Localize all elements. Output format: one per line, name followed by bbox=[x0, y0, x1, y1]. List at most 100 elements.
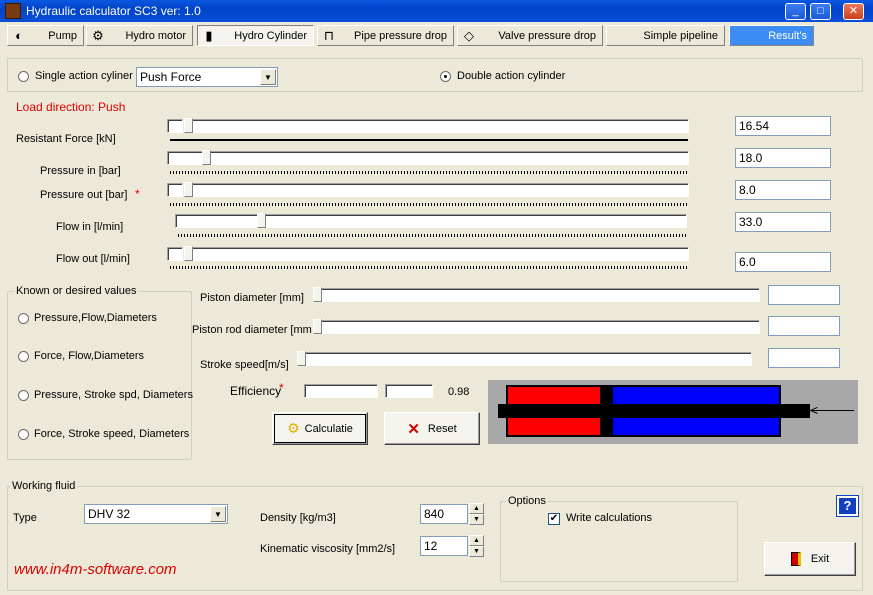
resistant-force-thumb[interactable] bbox=[184, 118, 193, 133]
force-direction-value: Push Force bbox=[140, 70, 202, 84]
resistant-force-small-box[interactable] bbox=[167, 119, 183, 133]
close-button[interactable]: ✕ bbox=[843, 3, 864, 20]
tab-valve-pressure-drop[interactable]: ◇ Valve pressure drop bbox=[457, 25, 603, 46]
known-option-2-radio[interactable] bbox=[18, 351, 29, 362]
known-option-1-radio[interactable] bbox=[18, 313, 29, 324]
flow-out-thumb[interactable] bbox=[184, 246, 193, 261]
maximize-button[interactable]: □ bbox=[810, 3, 831, 20]
stroke-speed-label: Stroke speed[m/s] bbox=[200, 359, 289, 371]
piston-diameter-label: Piston diameter [mm] bbox=[200, 292, 304, 304]
chamber-blue-top bbox=[613, 387, 779, 404]
tab-hydro-cylinder[interactable]: ▮ Hydro Cylinder bbox=[197, 25, 314, 46]
tab-results[interactable]: Result's bbox=[729, 25, 814, 46]
pressure-in-thumb[interactable] bbox=[202, 150, 211, 165]
pressure-in-slider[interactable] bbox=[208, 151, 689, 165]
flow-out-field[interactable]: 6.0 bbox=[735, 252, 831, 272]
pressure-out-thumb[interactable] bbox=[184, 182, 193, 197]
fluid-type-label: Type bbox=[13, 512, 37, 524]
force-direction-select[interactable]: Push Force ▼ bbox=[136, 67, 278, 87]
minimize-button[interactable]: _ bbox=[785, 3, 806, 20]
known-values-title: Known or desired values bbox=[14, 285, 139, 297]
pressure-out-slider[interactable] bbox=[187, 183, 689, 197]
chevron-down-icon[interactable]: ▼ bbox=[210, 506, 226, 522]
spin-up-icon[interactable]: ▲ bbox=[469, 503, 484, 514]
rod-diameter-label: Piston rod diameter [mm bbox=[192, 324, 312, 336]
tab-simple-pipeline[interactable]: Simple pipeline bbox=[606, 25, 725, 46]
resistant-force-field[interactable]: 16.54 bbox=[735, 116, 831, 136]
pressure-in-small-box[interactable] bbox=[167, 151, 203, 165]
known-option-4-label: Force, Stroke speed, Diameters bbox=[34, 428, 190, 440]
fluid-type-value: DHV 32 bbox=[88, 507, 131, 521]
stroke-speed-field[interactable] bbox=[768, 348, 840, 368]
tab-pump[interactable]: ◐ Pump bbox=[7, 25, 84, 46]
valve-icon: ◇ bbox=[464, 27, 474, 43]
known-option-3-radio[interactable] bbox=[18, 390, 29, 401]
piston-diameter-slider[interactable] bbox=[316, 288, 760, 302]
chamber-red-bottom bbox=[508, 418, 600, 435]
app-icon bbox=[5, 3, 21, 19]
x-icon: ✕ bbox=[407, 420, 420, 438]
write-calculations-checkbox[interactable]: ✔ bbox=[548, 513, 560, 525]
tab-valve-pressure-drop-label: Valve pressure drop bbox=[498, 29, 596, 42]
tab-hydro-motor-label: Hydro motor bbox=[125, 29, 186, 42]
door-icon bbox=[790, 552, 801, 566]
pressure-out-ticks bbox=[170, 203, 688, 206]
efficiency-box-2[interactable] bbox=[385, 384, 433, 398]
resistant-force-slider[interactable] bbox=[187, 119, 689, 133]
tab-pipe-pressure-drop-label: Pipe pressure drop bbox=[354, 29, 447, 42]
spin-down-icon[interactable]: ▼ bbox=[469, 514, 484, 525]
piston-diameter-field[interactable] bbox=[768, 285, 840, 305]
rod-diameter-field[interactable] bbox=[768, 316, 840, 336]
window-title: Hydraulic calculator SC3 ver: 1.0 bbox=[26, 4, 201, 18]
gear-icon: ⚙ bbox=[287, 420, 300, 436]
known-option-4-radio[interactable] bbox=[18, 429, 29, 440]
fluid-type-select[interactable]: DHV 32 ▼ bbox=[84, 504, 228, 524]
pressure-out-label: Pressure out [bar] bbox=[40, 189, 128, 201]
help-icon[interactable]: ? bbox=[836, 495, 859, 517]
cylinder-diagram: < bbox=[488, 380, 858, 444]
flow-in-field[interactable]: 33.0 bbox=[735, 212, 831, 232]
single-action-label: Single action cyliner bbox=[35, 70, 133, 82]
efficiency-box-1[interactable] bbox=[304, 384, 378, 398]
flow-in-ticks bbox=[178, 234, 686, 237]
piston-diameter-thumb[interactable] bbox=[313, 287, 322, 302]
viscosity-label: Kinematic viscosity [mm2/s] bbox=[260, 543, 396, 555]
exit-button[interactable]: Exit bbox=[764, 542, 856, 576]
pressure-out-field[interactable]: 8.0 bbox=[735, 180, 831, 200]
rod-diameter-slider[interactable] bbox=[316, 320, 760, 334]
pump-icon: ◐ bbox=[15, 28, 23, 43]
known-option-3-label: Pressure, Stroke spd, Diameters bbox=[34, 389, 193, 401]
tab-hydro-motor[interactable]: ⚙ Hydro motor bbox=[86, 25, 193, 46]
single-action-radio[interactable] bbox=[18, 71, 29, 82]
rod-diameter-thumb[interactable] bbox=[313, 319, 322, 334]
calculate-label: Calculatie bbox=[304, 422, 353, 435]
working-fluid-title: Working fluid bbox=[10, 480, 78, 492]
website-link[interactable]: www.in4m-software.com bbox=[14, 561, 177, 578]
pressure-in-ticks bbox=[170, 171, 688, 174]
pressure-out-small-box[interactable] bbox=[167, 183, 183, 197]
flow-in-slider[interactable] bbox=[175, 214, 687, 228]
cylinder-icon: ▮ bbox=[205, 27, 213, 43]
efficiency-star: * bbox=[279, 381, 284, 395]
flow-in-thumb[interactable] bbox=[257, 213, 266, 228]
viscosity-field[interactable]: 12 bbox=[420, 536, 468, 556]
chevron-down-icon[interactable]: ▼ bbox=[260, 69, 276, 85]
stroke-speed-slider[interactable] bbox=[300, 352, 752, 366]
flow-out-slider[interactable] bbox=[187, 247, 689, 261]
density-spinner[interactable]: ▲ ▼ bbox=[469, 503, 484, 525]
stroke-speed-thumb[interactable] bbox=[297, 351, 306, 366]
reset-button[interactable]: ✕ Reset bbox=[384, 412, 480, 445]
viscosity-spinner[interactable]: ▲ ▼ bbox=[469, 535, 484, 557]
spin-down-icon[interactable]: ▼ bbox=[469, 546, 484, 557]
calculate-button[interactable]: ⚙ Calculatie bbox=[272, 412, 368, 445]
arrow-left-icon: < bbox=[810, 402, 819, 418]
double-action-radio[interactable] bbox=[440, 71, 451, 82]
flow-out-small-box[interactable] bbox=[167, 247, 183, 261]
spin-up-icon[interactable]: ▲ bbox=[469, 535, 484, 546]
tab-pipe-pressure-drop[interactable]: ⊓ Pipe pressure drop bbox=[317, 25, 454, 46]
flow-out-label: Flow out [l/min] bbox=[56, 253, 130, 265]
density-field[interactable]: 840 bbox=[420, 504, 468, 524]
known-option-1-label: Pressure,Flow,Diameters bbox=[34, 312, 157, 324]
pipe-icon: ⊓ bbox=[323, 27, 335, 43]
pressure-in-field[interactable]: 18.0 bbox=[735, 148, 831, 168]
